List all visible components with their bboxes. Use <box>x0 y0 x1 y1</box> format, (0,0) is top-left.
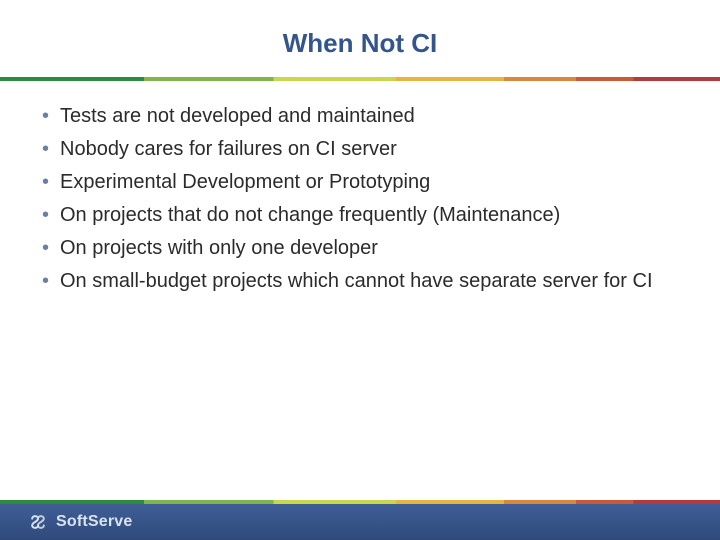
footer: SoftServe <box>0 500 720 540</box>
list-item: Nobody cares for failures on CI server <box>40 136 680 163</box>
list-item: Tests are not developed and maintained <box>40 103 680 130</box>
bullet-list: Tests are not developed and maintained N… <box>40 103 680 295</box>
list-item: Experimental Development or Prototyping <box>40 169 680 196</box>
list-item: On small-budget projects which cannot ha… <box>40 268 680 295</box>
logo-icon <box>28 512 48 532</box>
content-area: Tests are not developed and maintained N… <box>0 81 720 295</box>
footer-bar: SoftServe <box>0 504 720 540</box>
brand-name: SoftServe <box>56 513 133 531</box>
slide-title: When Not CI <box>0 0 720 77</box>
list-item: On projects with only one developer <box>40 235 680 262</box>
list-item: On projects that do not change frequentl… <box>40 202 680 229</box>
slide: When Not CI Tests are not developed and … <box>0 0 720 540</box>
